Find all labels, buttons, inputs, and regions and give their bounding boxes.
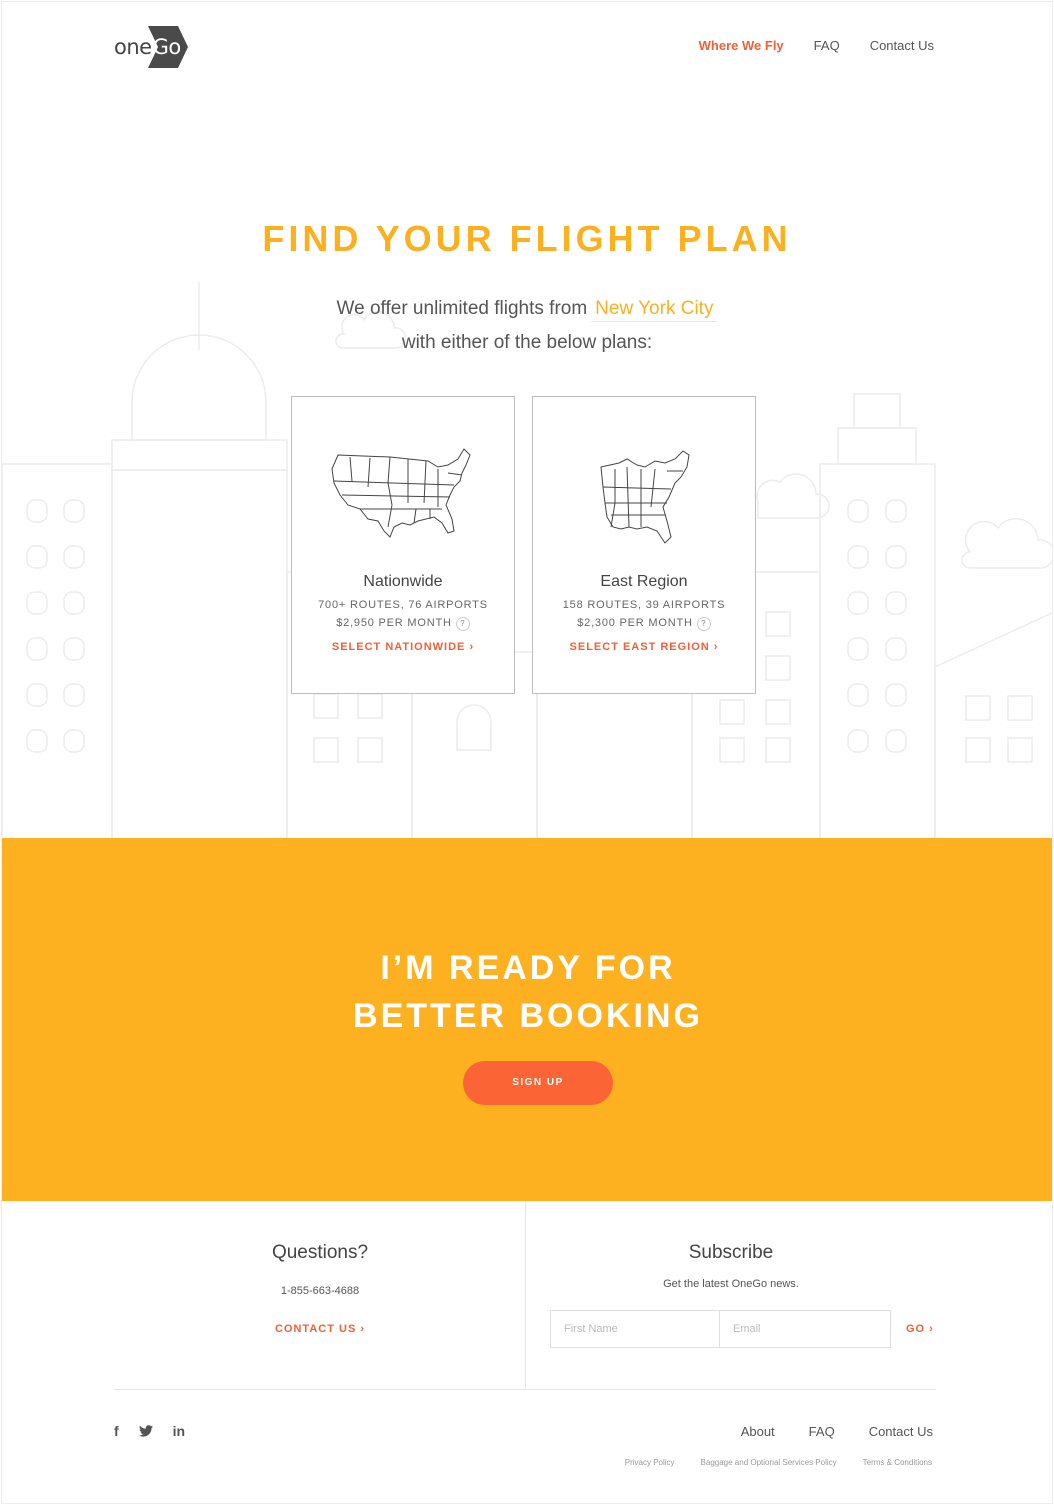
linkedin-icon[interactable]: in (173, 1423, 185, 1439)
subscribe-go-button[interactable]: GO › (906, 1323, 934, 1335)
social-links: f in (114, 1423, 185, 1439)
cta-line1: I’M READY FOR (380, 949, 676, 987)
phone-number[interactable]: 1-855-663-4688 (114, 1285, 526, 1297)
logo-text: oneGo (114, 35, 181, 59)
select-east-region-link[interactable]: SELECT EAST REGION › (533, 641, 755, 653)
baggage-policy-link[interactable]: Baggage and Optional Services Policy (701, 1458, 837, 1467)
legal-links: Privacy Policy Baggage and Optional Serv… (625, 1458, 932, 1467)
select-nationwide-link[interactable]: SELECT NATIONWIDE › (292, 641, 514, 653)
nav-faq[interactable]: FAQ (814, 38, 840, 53)
plan-card-nationwide[interactable]: Nationwide 700+ ROUTES, 76 AIRPORTS $2,9… (291, 396, 515, 694)
terms-link[interactable]: Terms & Conditions (863, 1458, 932, 1467)
page: oneGo Where We Fly FAQ Contact Us FIND Y… (1, 1, 1053, 1504)
east-region-map-icon (600, 450, 690, 544)
plan-card-east-region[interactable]: East Region 158 ROUTES, 39 AIRPORTS $2,3… (532, 396, 756, 694)
subscribe-subtitle: Get the latest OneGo news. (663, 1278, 799, 1290)
footer-divider (114, 1389, 936, 1390)
signup-cta-section: I’M READY FOR BETTER BOOKING SIGN UP (2, 838, 1052, 1201)
cta-title: I’M READY FOR BETTER BOOKING (2, 944, 1052, 1040)
privacy-policy-link[interactable]: Privacy Policy (625, 1458, 675, 1467)
help-icon[interactable]: ? (696, 617, 711, 631)
main-nav: Where We Fly FAQ Contact Us (699, 38, 934, 53)
first-name-input[interactable] (551, 1311, 720, 1347)
help-icon[interactable]: ? (455, 617, 470, 631)
hero-subtitle-line1: We offer unlimited flights from (336, 298, 588, 319)
nav-where-we-fly[interactable]: Where We Fly (699, 38, 784, 53)
footer-nav: About FAQ Contact Us (741, 1424, 933, 1439)
cta-line2: BETTER BOOKING (353, 997, 703, 1035)
nav-contact-us[interactable]: Contact Us (870, 38, 934, 53)
footer-nav-about[interactable]: About (741, 1424, 775, 1439)
usa-map-icon (331, 448, 471, 538)
plan-name: East Region (600, 573, 688, 590)
contact-us-link[interactable]: CONTACT US › (114, 1323, 526, 1335)
plan-price: $2,950 PER MONTH? (292, 617, 514, 631)
email-input[interactable] (720, 1311, 890, 1347)
plan-routes: 158 ROUTES, 39 AIRPORTS (562, 599, 726, 611)
twitter-icon[interactable] (138, 1425, 153, 1437)
questions-title: Questions? (271, 1242, 369, 1263)
plan-routes: 700+ ROUTES, 76 AIRPORTS (318, 599, 488, 611)
facebook-icon[interactable]: f (114, 1423, 119, 1439)
onego-logo[interactable]: oneGo (114, 26, 188, 68)
hero-subtitle-line2: with either of the below plans: (401, 332, 653, 353)
plan-price: $2,300 PER MONTH? (533, 617, 755, 631)
hero-title: FIND YOUR FLIGHT PLAN (262, 218, 792, 259)
plan-price-text: $2,950 PER MONTH (336, 617, 452, 629)
subscribe-form (550, 1310, 891, 1348)
footer-nav-contact-us[interactable]: Contact Us (869, 1424, 933, 1439)
sign-up-button[interactable]: SIGN UP (463, 1061, 613, 1105)
plan-price-text: $2,300 PER MONTH (577, 617, 693, 629)
plan-name: Nationwide (363, 573, 443, 590)
subscribe-title: Subscribe (688, 1242, 774, 1263)
footer-nav-faq[interactable]: FAQ (809, 1424, 835, 1439)
city-selector[interactable]: New York City (591, 298, 718, 322)
hero-subtitle: We offer unlimited flights from New York … (2, 292, 1052, 360)
